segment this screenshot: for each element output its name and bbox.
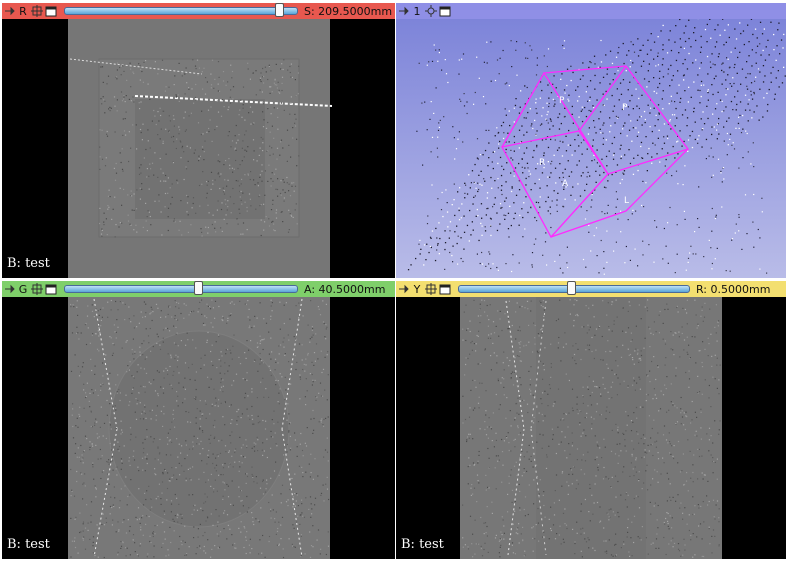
red-slice-canvas[interactable]: B: test: [2, 19, 395, 278]
slice-offset-slider[interactable]: [64, 3, 298, 17]
link-icon[interactable]: [30, 282, 44, 296]
link-icon[interactable]: [30, 4, 44, 18]
slice-offset-value: A: 40.5000mm: [304, 282, 386, 296]
maximize-icon[interactable]: [438, 282, 452, 296]
center-view-icon[interactable]: [424, 4, 438, 18]
maximize-icon[interactable]: [44, 4, 58, 18]
yellow-view-controller-bar: Y R: 0.5000mm: [396, 281, 786, 297]
corner-annotation: B: test: [7, 256, 50, 271]
slice-offset-slider[interactable]: [458, 281, 690, 295]
pin-icon[interactable]: [396, 282, 410, 296]
corner-annotation: B: test: [7, 537, 50, 552]
slider-thumb[interactable]: [194, 281, 204, 295]
view-letter: R: [19, 4, 27, 18]
three-d-view-controller-bar: 1: [396, 3, 786, 19]
corner-annotation: B: test: [401, 537, 444, 552]
maximize-icon[interactable]: [44, 282, 58, 296]
cube-label-a: A: [562, 179, 569, 189]
yellow-slice-view[interactable]: Y R: 0.5000mm B: test: [396, 281, 786, 559]
view-number: 1: [413, 4, 421, 18]
red-slice-view[interactable]: R S: 209.5000mm B: test: [2, 3, 395, 278]
slice-offset-value: S: 209.5000mm: [304, 4, 393, 18]
cube-label-r: R: [539, 158, 545, 168]
maximize-icon[interactable]: [438, 4, 452, 18]
view-letter: G: [18, 282, 28, 296]
red-view-controller-bar: R S: 209.5000mm: [2, 3, 395, 19]
three-d-view[interactable]: 1 P P R A L: [396, 3, 786, 278]
link-icon[interactable]: [424, 282, 438, 296]
pin-icon[interactable]: [2, 282, 16, 296]
cube-label-p1: P: [559, 96, 565, 106]
green-view-controller-bar: G A: 40.5000mm: [2, 281, 395, 297]
view-letter: Y: [413, 282, 421, 296]
cube-label-l: L: [624, 196, 629, 206]
slice-offset-slider[interactable]: [64, 281, 298, 295]
pin-icon[interactable]: [2, 4, 16, 18]
slider-thumb[interactable]: [567, 281, 577, 295]
pin-icon[interactable]: [396, 4, 410, 18]
yellow-slice-canvas[interactable]: B: test: [396, 297, 786, 559]
cube-label-p2: P: [622, 103, 628, 113]
bounding-box-outline: [501, 65, 690, 239]
slider-thumb[interactable]: [274, 3, 284, 17]
three-d-canvas[interactable]: P P R A L: [396, 19, 786, 278]
green-slice-canvas[interactable]: B: test: [2, 297, 395, 559]
green-slice-view[interactable]: G A: 40.5000mm B: test: [2, 281, 395, 559]
slice-offset-value: R: 0.5000mm: [696, 282, 771, 296]
